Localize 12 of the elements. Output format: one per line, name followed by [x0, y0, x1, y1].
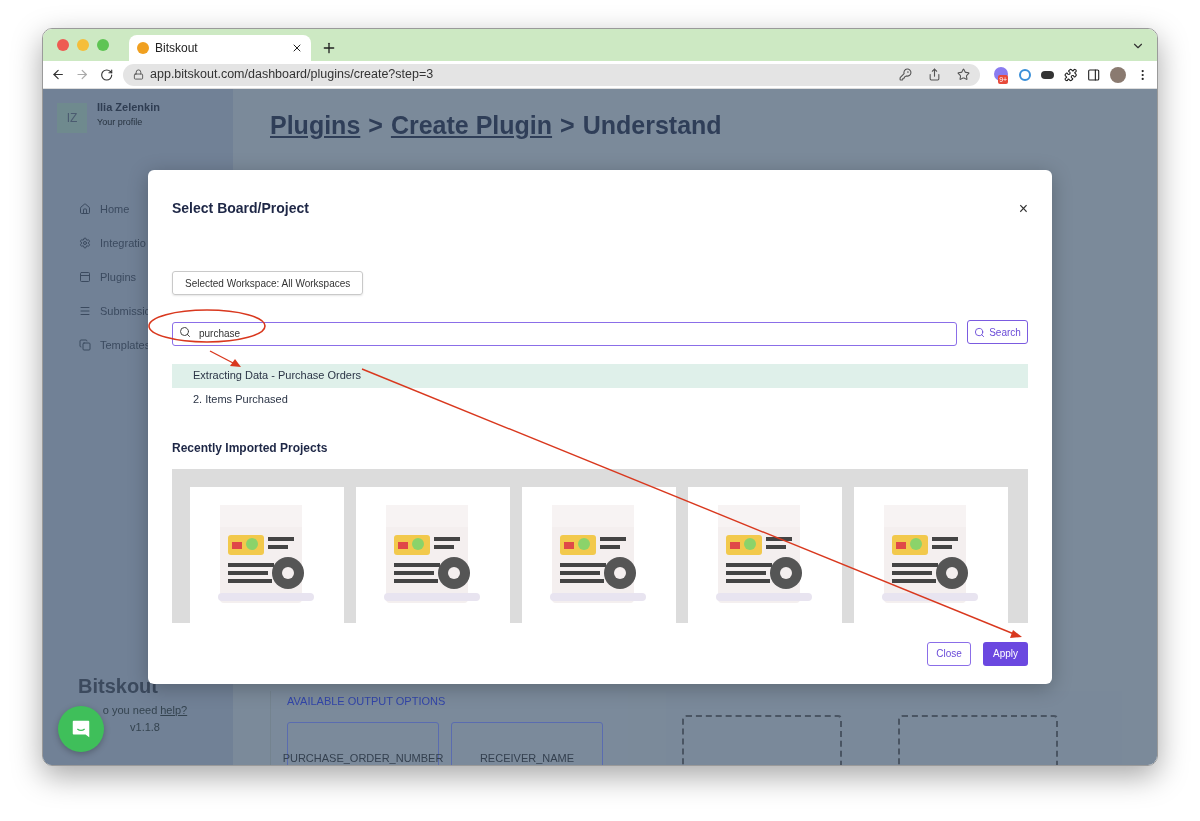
url-text: app.bitskout.com/dashboard/plugins/create?step=3 [150, 66, 435, 84]
help-text: o you need [102, 703, 158, 718]
modal-title: Select Board/Project [172, 199, 309, 218]
tab-title: Bitskout [155, 40, 199, 57]
breadcrumb-separator: > [368, 110, 383, 141]
user-name: Ilia Zelenkin [97, 100, 160, 115]
breadcrumb-separator: > [560, 110, 575, 141]
section-label: AVAILABLE OUTPUT OPTIONS [287, 694, 447, 709]
page-title: Understand [582, 110, 722, 141]
logo: Bitskout [78, 676, 158, 696]
version-text: v1.1.8 [130, 719, 160, 735]
section-heading: Recently Imported Projects [172, 439, 329, 457]
